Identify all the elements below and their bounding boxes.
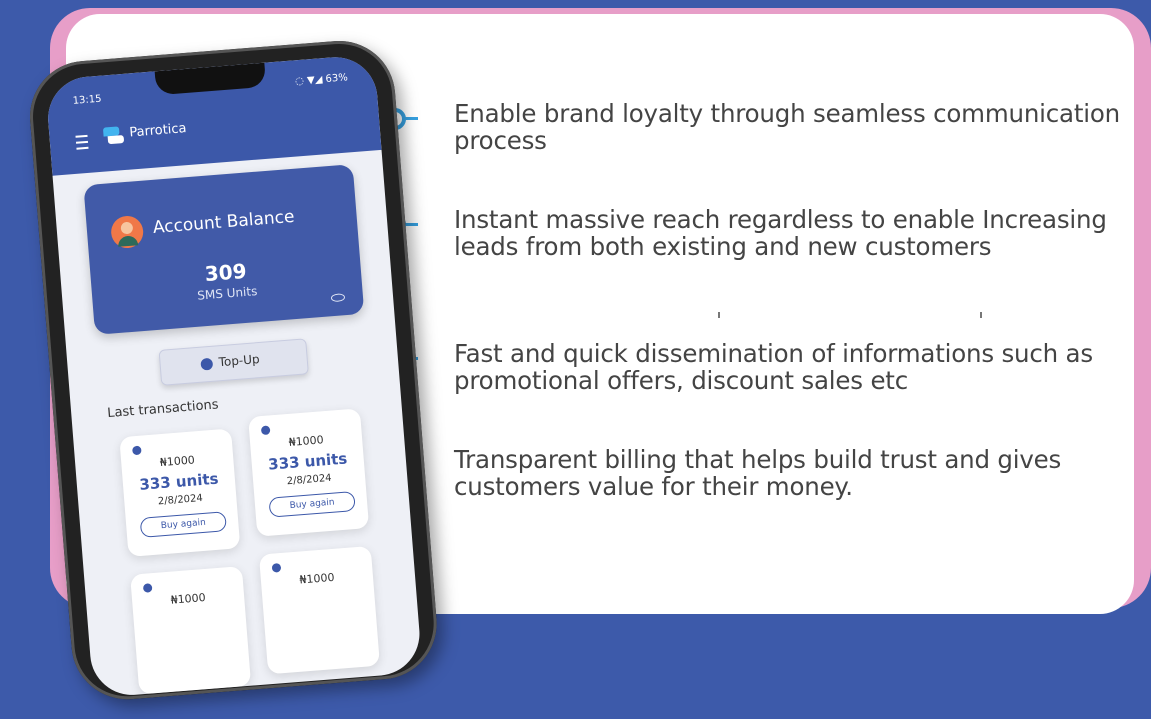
- benefit-text: Transparent billing that helps build tru…: [454, 445, 1062, 501]
- topup-label: Top-Up: [218, 352, 261, 370]
- benefit-item: Enable brand loyalty through seamless co…: [372, 100, 1132, 154]
- benefit-text: Fast and quick dissemination of informat…: [454, 339, 1093, 395]
- phone-screen: 13:15 ◌ ▼◢ 63% Parrotica Account Balance…: [45, 54, 423, 699]
- benefit-item: Fast and quick dissemination of informat…: [372, 340, 1132, 394]
- check-icon: [260, 425, 271, 436]
- status-time: 13:15: [72, 93, 102, 107]
- transaction-card[interactable]: ₦1000 333 units 2/8/2024 Buy again: [248, 408, 370, 537]
- eye-icon[interactable]: [330, 293, 346, 303]
- avatar[interactable]: [109, 214, 145, 250]
- buy-again-button[interactable]: Buy again: [268, 491, 356, 518]
- check-icon: [142, 583, 153, 593]
- buy-again-button[interactable]: Buy again: [139, 511, 227, 538]
- check-icon: [271, 563, 282, 573]
- transaction-card[interactable]: ₦1000: [130, 566, 252, 695]
- phone-mockup: 13:15 ◌ ▼◢ 63% Parrotica Account Balance…: [25, 36, 441, 718]
- benefit-text: Instant massive reach regardless to enab…: [454, 205, 1107, 261]
- benefit-item: Transparent billing that helps build tru…: [372, 446, 1132, 500]
- menu-icon[interactable]: [75, 134, 89, 150]
- balance-title: Account Balance: [152, 206, 296, 238]
- plus-icon: [200, 357, 214, 371]
- topup-button[interactable]: Top-Up: [158, 338, 309, 386]
- check-icon: [132, 445, 142, 456]
- stray-mark: [980, 312, 982, 318]
- last-transactions-heading: Last transactions: [106, 397, 220, 422]
- brand-chat-icon: [102, 126, 125, 146]
- balance-card: Account Balance 309 SMS Units: [83, 164, 365, 335]
- benefit-item: Instant massive reach regardless to enab…: [372, 206, 1132, 260]
- status-icons: ◌ ▼◢ 63%: [294, 72, 349, 88]
- transaction-card[interactable]: ₦1000: [258, 545, 380, 675]
- app-name: Parrotica: [128, 121, 188, 141]
- benefit-text: Enable brand loyalty through seamless co…: [454, 99, 1120, 155]
- transaction-card[interactable]: ₦1000 333 units 2/8/2024 Buy again: [119, 428, 241, 557]
- stray-mark: [718, 312, 720, 318]
